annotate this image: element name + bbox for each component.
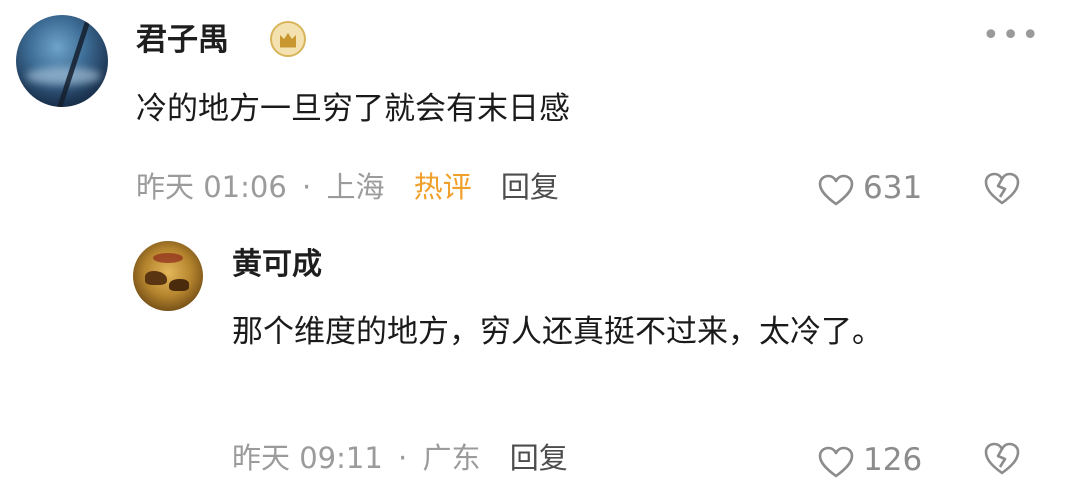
hot-comment-badge: 热评 [413,170,472,204]
broken-heart-icon [984,442,1020,475]
comment-author[interactable]: 君子禺 [136,20,229,60]
reply-dislike-button[interactable] [982,440,1022,480]
dislike-button[interactable] [982,170,1022,210]
comment-time: 昨天 01:06 [136,170,287,204]
reply-button[interactable]: 回复 [501,170,559,204]
reply-author[interactable]: 黄可成 [232,246,322,284]
reply-like-button[interactable]: 126 [817,440,922,480]
broken-heart-icon [984,172,1020,205]
meta-separator: · [398,441,408,475]
comment-location: 上海 [326,170,385,204]
reply-time: 昨天 09:11 [232,441,383,475]
crown-badge-icon [270,21,306,57]
reply-avatar[interactable] [133,241,203,311]
reply-button[interactable]: 回复 [510,441,568,475]
meta-separator: · [302,170,312,204]
heart-outline-icon [818,174,854,205]
comment-meta: 昨天 01:06 · 上海 热评 回复 [136,167,565,207]
more-dots-icon[interactable]: ••• [982,21,1041,51]
avatar[interactable] [16,15,108,107]
comment-text: 冷的地方一旦穷了就会有末日感 [136,91,570,127]
like-count: 631 [863,170,923,206]
like-button[interactable]: 631 [817,168,922,208]
reply-location: 广东 [422,441,481,475]
reply-text: 那个维度的地方，穷人还真挺不过来，太冷了。 [232,314,883,350]
like-count: 126 [863,442,923,478]
heart-outline-icon [818,446,854,477]
reply-meta: 昨天 09:11 · 广东 回复 [232,438,574,478]
